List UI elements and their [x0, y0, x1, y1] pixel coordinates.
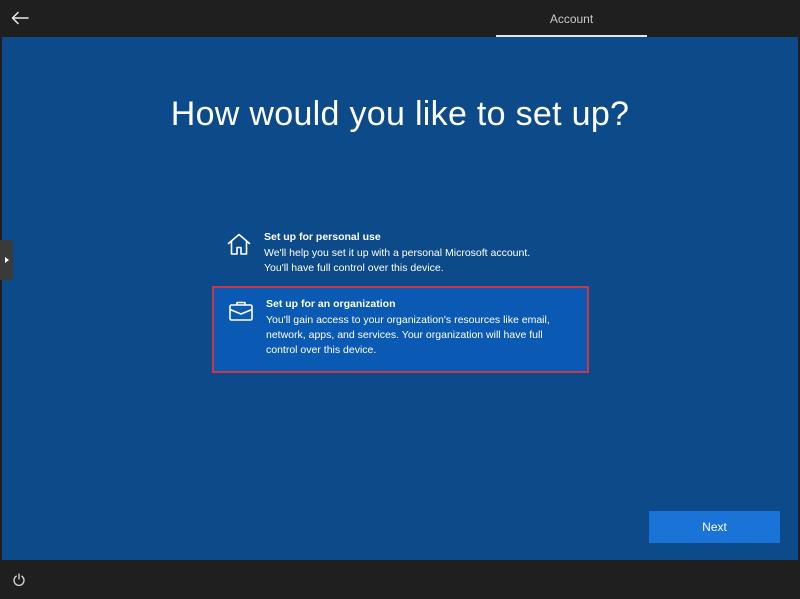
briefcase-icon — [229, 301, 253, 321]
chevron-right-icon — [4, 257, 9, 263]
power-ease-of-access-icon — [13, 573, 25, 586]
tab-account[interactable]: Account — [496, 0, 647, 37]
option-personal-use[interactable]: Set up for personal use We'll help you s… — [212, 220, 589, 280]
side-panel-handle[interactable] — [0, 240, 13, 280]
main-panel: How would you like to set up? Set up for… — [2, 37, 798, 560]
option-organization-text: Set up for an organization You'll gain a… — [266, 297, 550, 358]
back-button[interactable] — [6, 5, 34, 31]
next-button[interactable]: Next — [649, 511, 780, 543]
tab-account-label: Account — [549, 11, 594, 26]
option-organization-title: Set up for an organization — [266, 298, 396, 310]
page-title: How would you like to set up? — [170, 95, 630, 133]
arrow-left-icon — [11, 11, 29, 25]
home-icon — [227, 233, 251, 255]
oobe-window: Account How would you like to set up? Se… — [0, 0, 800, 599]
option-organization[interactable]: Set up for an organization You'll gain a… — [212, 286, 589, 373]
option-personal-title: Set up for personal use — [264, 231, 381, 243]
option-personal-text: Set up for personal use We'll help you s… — [264, 230, 530, 276]
power-button[interactable] — [10, 571, 28, 589]
option-personal-description: We'll help you set it up with a personal… — [264, 247, 531, 274]
bottom-bar — [0, 560, 800, 599]
top-bar: Account — [0, 0, 800, 37]
option-organization-description: You'll gain access to your organization'… — [266, 314, 550, 356]
